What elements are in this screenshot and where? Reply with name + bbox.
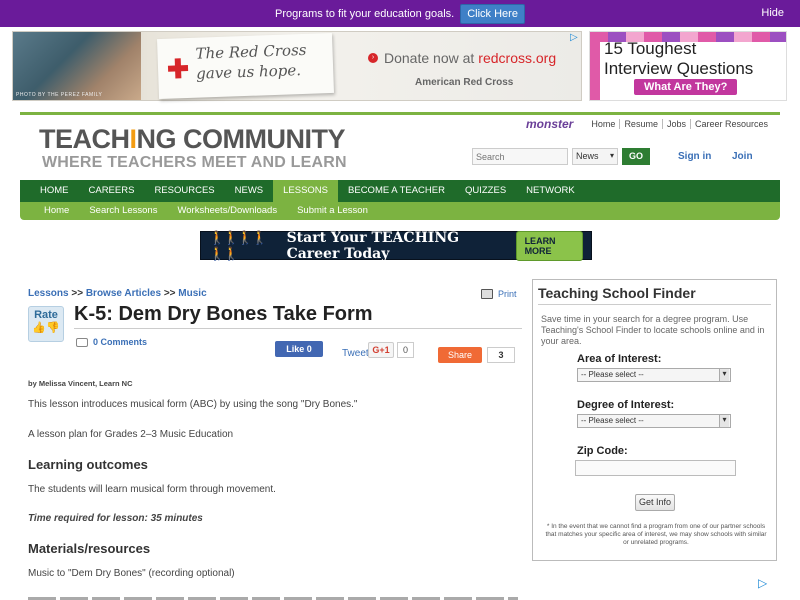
site-tagline: WHERE TEACHERS MEET AND LEARN: [42, 154, 347, 171]
article-materials: Music to "Dem Dry Bones" (recording opti…: [28, 568, 235, 579]
degree-of-interest-select[interactable]: -- Please select --: [577, 414, 731, 428]
ad-family-photo: PHOTO BY THE PEREZ FAMILY: [13, 32, 141, 100]
page-title: K-5: Dem Dry Bones Take Form: [74, 303, 373, 325]
toplink-resume[interactable]: Resume: [619, 119, 662, 129]
nav-resources[interactable]: RESOURCES: [144, 180, 224, 202]
subnav-worksheets[interactable]: Worksheets/Downloads: [167, 202, 287, 220]
comment-icon: [76, 337, 88, 347]
nav-become-a-teacher[interactable]: BECOME A TEACHER: [338, 180, 455, 202]
area-of-interest-select[interactable]: -- Please select --: [577, 368, 731, 382]
school-finder-widget: Teaching School Finder Save time in your…: [532, 279, 777, 561]
learn-more-button[interactable]: LEARN MORE: [515, 230, 583, 261]
people-icon: 🚶🚶🚶🚶🚶🚶: [209, 229, 268, 261]
adchoices-icon[interactable]: ▷: [570, 32, 578, 43]
heading-materials: Materials/resources: [28, 541, 151, 556]
topbar-message: Programs to fit your education goals.: [275, 7, 455, 20]
print-link[interactable]: Print: [481, 289, 517, 299]
printer-icon: [481, 289, 493, 299]
promo-topbar: Programs to fit your education goals. Cl…: [0, 0, 800, 27]
subnav-search-lessons[interactable]: Search Lessons: [79, 202, 167, 220]
search-scope-select[interactable]: News: [572, 148, 618, 165]
search-input[interactable]: [472, 148, 568, 165]
zip-code-label: Zip Code:: [577, 445, 628, 457]
article-outcomes: The students will learn musical form thr…: [28, 484, 276, 495]
heading-learning-outcomes: Learning outcomes: [28, 457, 148, 472]
nav-network[interactable]: NETWORK: [516, 180, 585, 202]
ad-headline-2: Interview Questions: [604, 59, 754, 78]
red-cross-icon: [168, 58, 189, 79]
breadcrumb-browse-articles[interactable]: Browse Articles: [86, 288, 161, 299]
article-time-required: Time required for lesson: 35 minutes: [28, 513, 203, 524]
cut-off-text: [28, 594, 518, 600]
red-cross-ad-banner[interactable]: PHOTO BY THE PEREZ FAMILY The Red Cross …: [12, 31, 582, 101]
subnav-submit-lesson[interactable]: Submit a Lesson: [287, 202, 378, 220]
sign-in-link[interactable]: Sign in: [678, 151, 711, 162]
rate-button[interactable]: Rate 👍👎: [28, 306, 64, 342]
teaching-career-banner[interactable]: 🚶🚶🚶🚶🚶🚶 Start Your TEACHING Career Today …: [200, 229, 592, 262]
ad-headline-1: 15 Toughest: [604, 39, 697, 58]
join-link[interactable]: Join: [732, 151, 753, 162]
article-intro: This lesson introduces musical form (ABC…: [28, 399, 358, 410]
hide-topbar-link[interactable]: Hide: [761, 7, 784, 19]
google-plus-button[interactable]: G+1: [368, 342, 394, 358]
comments-link[interactable]: 0 Comments: [76, 337, 147, 347]
site-header: TEACHING COMMUNITY WHERE TEACHERS MEET A…: [20, 112, 780, 220]
toplink-career-resources[interactable]: Career Resources: [689, 119, 772, 129]
arrow-right-icon: ›: [368, 53, 378, 63]
primary-nav: HOME CAREERS RESOURCES NEWS LESSONS BECO…: [20, 180, 780, 202]
top-links: Home Resume Jobs Career Resources: [587, 119, 772, 129]
interview-questions-ad[interactable]: 15 Toughest Interview Questions What Are…: [589, 31, 787, 101]
nav-quizzes[interactable]: QUIZZES: [455, 180, 516, 202]
finder-description: Save time in your search for a degree pr…: [541, 314, 765, 346]
nav-news[interactable]: NEWS: [225, 180, 274, 202]
share-button[interactable]: Share: [438, 347, 482, 363]
nav-home[interactable]: HOME: [30, 180, 79, 202]
breadcrumb-music[interactable]: Music: [178, 288, 206, 299]
nav-careers[interactable]: CAREERS: [79, 180, 145, 202]
facebook-like-button[interactable]: Like 0: [275, 341, 323, 357]
breadcrumb-lessons[interactable]: Lessons: [28, 288, 69, 299]
what-are-they-button[interactable]: What Are They?: [634, 79, 738, 95]
rate-label: Rate: [34, 309, 58, 321]
finder-title: Teaching School Finder: [538, 285, 696, 301]
ad-handwritten-note: The Red Cross gave us hope.: [157, 32, 334, 100]
site-logo[interactable]: TEACHING COMMUNITY: [39, 125, 346, 153]
finder-disclaimer: * In the event that we cannot find a pro…: [545, 523, 767, 546]
finder-divider: [538, 304, 771, 305]
get-info-button[interactable]: Get Info: [635, 494, 675, 511]
click-here-button[interactable]: Click Here: [460, 3, 525, 24]
donate-prefix: Donate now at: [384, 50, 475, 66]
toplink-home[interactable]: Home: [587, 119, 619, 129]
google-plus-count: 0: [397, 342, 414, 358]
toplink-jobs[interactable]: Jobs: [661, 119, 690, 129]
tweet-button[interactable]: Tweet: [342, 348, 369, 359]
search-go-button[interactable]: GO: [622, 148, 650, 165]
ad-decoration-side: [590, 32, 600, 100]
title-divider: [74, 328, 522, 329]
monster-logo[interactable]: monster: [526, 117, 573, 131]
article-plan: A lesson plan for Grades 2–3 Music Educa…: [28, 429, 234, 440]
share-count: 3: [487, 347, 515, 363]
adchoices-bottom-icon[interactable]: ▷: [758, 576, 767, 590]
area-of-interest-label: Area of Interest:: [577, 353, 662, 365]
banner-text: Start Your TEACHING Career Today: [286, 229, 460, 262]
donate-link[interactable]: redcross.org: [478, 50, 556, 66]
secondary-nav: Home Search Lessons Worksheets/Downloads…: [20, 202, 780, 220]
nav-lessons[interactable]: LESSONS: [273, 180, 339, 202]
ad-donate-text[interactable]: › Donate now at redcross.org: [368, 50, 556, 66]
note-line-2: gave us hope.: [195, 61, 302, 83]
ad-org-name: American Red Cross: [415, 77, 514, 88]
breadcrumb: Lessons >> Browse Articles >> Music: [28, 288, 207, 299]
photo-credit: PHOTO BY THE PEREZ FAMILY: [16, 92, 103, 98]
thumbs-icon: 👍👎: [32, 322, 60, 334]
zip-code-input[interactable]: [575, 460, 736, 476]
subnav-home[interactable]: Home: [34, 202, 79, 220]
degree-of-interest-label: Degree of Interest:: [577, 399, 675, 411]
article-byline: by Melissa Vincent, Learn NC: [28, 379, 133, 388]
